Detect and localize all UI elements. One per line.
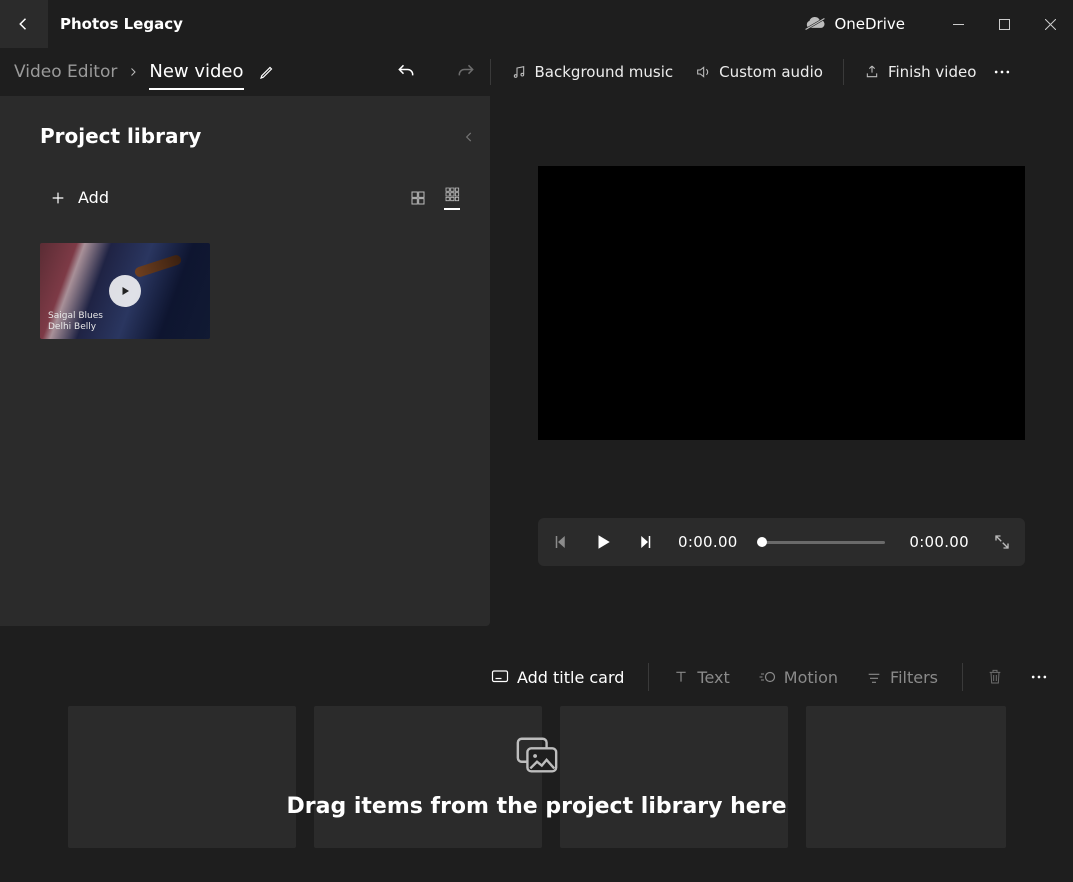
- storyboard-slot[interactable]: [314, 706, 542, 848]
- speaker-icon: [695, 64, 711, 80]
- pencil-icon: [258, 63, 276, 81]
- filters-label: Filters: [890, 668, 938, 687]
- storyboard-slot[interactable]: [806, 706, 1006, 848]
- export-icon: [864, 64, 880, 80]
- finish-video-button[interactable]: Finish video: [858, 59, 982, 85]
- step-back-icon: [552, 533, 570, 551]
- cloud-off-icon: [804, 16, 826, 32]
- storyboard-more-button[interactable]: [1029, 667, 1049, 687]
- next-frame-button[interactable]: [636, 533, 654, 551]
- small-grid-view-button[interactable]: [444, 186, 460, 210]
- redo-icon: [456, 62, 476, 82]
- clip-caption: Saigal Blues Delhi Belly: [48, 311, 103, 333]
- background-music-label: Background music: [535, 63, 674, 81]
- divider: [962, 663, 963, 691]
- chevron-left-icon: [462, 130, 476, 144]
- add-title-card-label: Add title card: [517, 668, 624, 687]
- undo-icon: [396, 62, 416, 82]
- time-current: 0:00.00: [678, 533, 738, 551]
- divider: [648, 663, 649, 691]
- filters-button[interactable]: Filters: [858, 664, 946, 691]
- time-total: 0:00.00: [909, 533, 969, 551]
- storyboard-toolbar: Add title card Text Motion Filters: [0, 648, 1073, 706]
- titlebar: Photos Legacy OneDrive: [0, 0, 1073, 48]
- custom-audio-label: Custom audio: [719, 63, 823, 81]
- more-button[interactable]: [992, 62, 1012, 82]
- divider: [490, 59, 491, 85]
- undo-button[interactable]: [396, 62, 416, 82]
- title-card-icon: [491, 669, 509, 685]
- back-button[interactable]: [0, 0, 48, 48]
- project-library-panel: Project library Add: [0, 96, 490, 626]
- app-title: Photos Legacy: [60, 15, 183, 33]
- ellipsis-icon: [1029, 667, 1049, 687]
- onedrive-button[interactable]: OneDrive: [804, 15, 905, 33]
- arrow-left-icon: [15, 15, 33, 33]
- close-icon: [1045, 19, 1056, 30]
- project-library-title: Project library: [40, 124, 201, 148]
- plus-icon: [50, 190, 66, 206]
- preview-panel: 0:00.00 0:00.00: [490, 96, 1073, 626]
- trash-icon: [987, 668, 1003, 686]
- motion-icon: [758, 669, 776, 685]
- finish-video-label: Finish video: [888, 63, 976, 81]
- onedrive-label: OneDrive: [834, 15, 905, 33]
- text-icon: [673, 669, 689, 685]
- add-title-card-button[interactable]: Add title card: [483, 664, 632, 691]
- filters-icon: [866, 669, 882, 685]
- play-icon: [594, 533, 612, 551]
- divider: [843, 59, 844, 85]
- add-media-label: Add: [78, 188, 109, 207]
- command-row: Video Editor New video Background music …: [0, 48, 1073, 96]
- music-icon: [511, 64, 527, 80]
- grid-2-icon: [410, 190, 426, 206]
- step-forward-icon: [636, 533, 654, 551]
- storyboard-slot[interactable]: [68, 706, 296, 848]
- large-grid-view-button[interactable]: [410, 190, 426, 206]
- storyboard-slot[interactable]: [560, 706, 788, 848]
- breadcrumb-current[interactable]: New video: [149, 61, 243, 90]
- expand-icon: [993, 533, 1011, 551]
- video-preview[interactable]: [538, 166, 1025, 440]
- breadcrumb-root[interactable]: Video Editor: [14, 62, 117, 82]
- minimize-button[interactable]: [935, 8, 981, 40]
- close-button[interactable]: [1027, 8, 1073, 40]
- transport-bar: 0:00.00 0:00.00: [538, 518, 1025, 566]
- grid-3-icon: [444, 186, 460, 202]
- add-media-button[interactable]: Add: [40, 182, 119, 213]
- collapse-library-button[interactable]: [462, 130, 476, 144]
- fullscreen-button[interactable]: [993, 533, 1011, 551]
- seek-bar[interactable]: [762, 541, 886, 544]
- background-music-button[interactable]: Background music: [505, 59, 680, 85]
- rename-button[interactable]: [258, 63, 276, 81]
- custom-audio-button[interactable]: Custom audio: [689, 59, 829, 85]
- maximize-icon: [999, 19, 1010, 30]
- chevron-right-icon: [127, 66, 139, 78]
- window-controls: [935, 8, 1073, 40]
- storyboard-track[interactable]: Drag items from the project library here: [0, 706, 1073, 882]
- ellipsis-icon: [992, 62, 1012, 82]
- text-button[interactable]: Text: [665, 664, 737, 691]
- motion-label: Motion: [784, 668, 838, 687]
- text-label: Text: [697, 668, 729, 687]
- previous-frame-button[interactable]: [552, 533, 570, 551]
- redo-button[interactable]: [456, 62, 476, 82]
- play-overlay-icon: [109, 275, 141, 307]
- minimize-icon: [953, 19, 964, 30]
- motion-button[interactable]: Motion: [750, 664, 846, 691]
- delete-button[interactable]: [987, 668, 1003, 686]
- play-button[interactable]: [594, 533, 612, 551]
- maximize-button[interactable]: [981, 8, 1027, 40]
- library-clip[interactable]: Saigal Blues Delhi Belly: [40, 243, 210, 339]
